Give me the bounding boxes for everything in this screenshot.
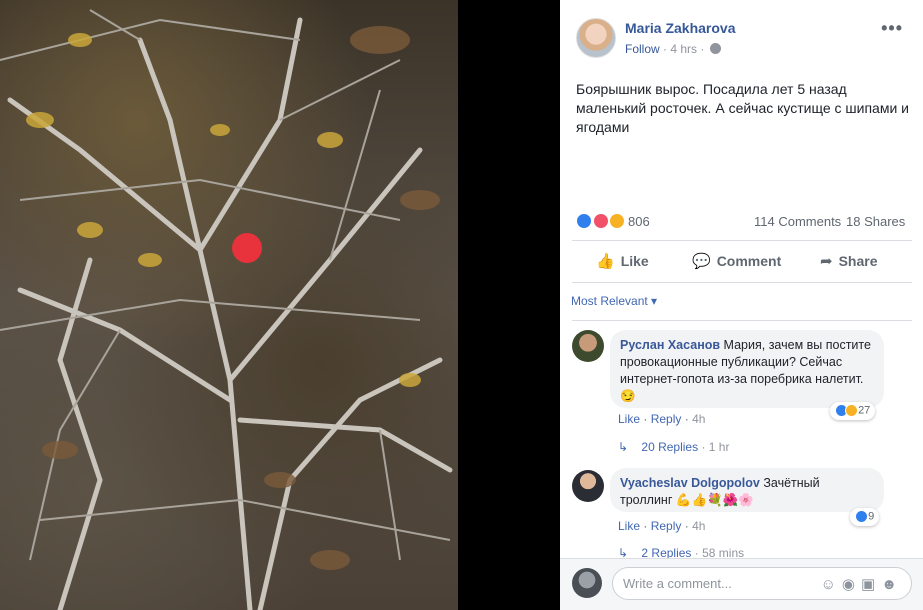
comment-separator: · [643, 412, 651, 426]
reactions-count[interactable]: 806 [628, 214, 650, 229]
comment-emoji: 😏 [620, 389, 636, 403]
love-reaction-icon [592, 212, 609, 229]
divider [572, 282, 912, 283]
comment-separator: · [684, 519, 693, 533]
share-arrow-icon: ➦ [820, 253, 833, 270]
sort-label: Most Relevant [571, 294, 648, 308]
reaction-icons[interactable] [576, 212, 626, 229]
comment-like-link[interactable]: Like [618, 519, 640, 533]
comment-emoji: 💪👍💐🌺🌸 [675, 493, 754, 507]
comment-reply-link[interactable]: Reply [651, 519, 682, 533]
post-header: Maria Zakharova Follow · 4 hrs · ••• [560, 0, 923, 70]
post-text: Боярышник вырос. Посадила лет 5 назад ма… [576, 81, 909, 135]
camera-icon[interactable]: ◉ [842, 576, 861, 593]
replies-count: 20 Replies [641, 440, 699, 454]
speech-bubble-icon: 💬 [692, 253, 711, 270]
globe-icon [709, 43, 721, 54]
post-meta: Follow · 4 hrs · [625, 42, 721, 56]
reactions-bar: 806 114 Comments 18 Shares [576, 212, 906, 232]
haha-reaction-icon [845, 404, 858, 417]
emoji-icon[interactable]: ☺ [821, 576, 842, 593]
comment-reply-link[interactable]: Reply [651, 412, 682, 426]
replies-time: 1 hr [708, 440, 730, 454]
facebook-photo-viewer: Maria Zakharova Follow · 4 hrs · ••• Боя… [0, 0, 923, 610]
comment-actions: Like · Reply · 4h [618, 412, 705, 426]
share-label: Share [838, 253, 878, 269]
gif-icon[interactable]: ▣ [861, 576, 881, 593]
post-photo[interactable] [0, 0, 458, 610]
commenter-avatar[interactable] [572, 470, 604, 502]
caret-down-icon: ▾ [651, 294, 658, 308]
comments-count[interactable]: 114 Comments [754, 214, 841, 229]
reply-arrow-icon: ↳ [618, 440, 629, 454]
comment-composer: Write a comment... ☺◉▣☻ [560, 558, 923, 610]
sticker-icon[interactable]: ☻ [881, 576, 903, 593]
comment-separator: · [684, 412, 693, 426]
sort-dropdown[interactable]: Most Relevant ▾ [571, 294, 657, 308]
separator-dot: · [700, 42, 708, 56]
shares-count[interactable]: 18 Shares [846, 214, 905, 229]
hawthorn-berry [232, 233, 262, 263]
like-reaction-icon [576, 212, 592, 229]
comment-reactions-count: 27 [858, 404, 871, 417]
comment-input-placeholder: Write a comment... [623, 576, 732, 591]
comment-like-link[interactable]: Like [618, 412, 640, 426]
like-button[interactable]: 👍 Like [596, 252, 649, 270]
comment-input[interactable]: Write a comment... ☺◉▣☻ [612, 567, 912, 600]
divider [572, 320, 912, 321]
comment-time[interactable]: 4h [692, 412, 705, 426]
commenter-name[interactable]: Руслан Хасанов [620, 338, 720, 352]
comment-reactions[interactable]: 9 [850, 508, 880, 526]
share-button[interactable]: ➦ Share [820, 252, 878, 270]
comment-button[interactable]: 💬 Comment [692, 252, 781, 270]
post-panel: Maria Zakharova Follow · 4 hrs · ••• Боя… [560, 0, 923, 610]
replies-separator: · [701, 440, 709, 454]
comment-time[interactable]: 4h [692, 519, 705, 533]
like-reaction-icon [855, 510, 868, 523]
author-name[interactable]: Maria Zakharova [625, 20, 736, 36]
author-avatar[interactable] [576, 18, 616, 58]
haha-reaction-icon [609, 212, 626, 229]
thumbs-up-icon: 👍 [596, 253, 615, 270]
comment-bubble: Vyacheslav Dolgopolov Зачётный троллинг … [610, 468, 884, 512]
comment-bubble: Руслан Хасанов Мария, зачем вы постите п… [610, 330, 884, 408]
composer-icons: ☺◉▣☻ [821, 575, 903, 593]
current-user-avatar [572, 568, 602, 598]
comment-label: Comment [716, 253, 782, 269]
more-options-icon[interactable]: ••• [881, 18, 903, 39]
comment-actions: Like · Reply · 4h [618, 519, 705, 533]
comment-reactions[interactable]: 27 [830, 402, 876, 420]
follow-link[interactable]: Follow [625, 42, 660, 56]
post-time[interactable]: 4 hrs [670, 42, 697, 56]
comment-separator: · [643, 519, 651, 533]
divider [572, 240, 912, 241]
view-replies-link[interactable]: ↳ 20 Replies · 1 hr [618, 440, 729, 454]
post-actions: 👍 Like 💬 Comment ➦ Share [560, 244, 923, 278]
comment-reactions-count: 9 [868, 510, 875, 523]
commenter-avatar[interactable] [572, 330, 604, 362]
like-label: Like [620, 253, 649, 269]
commenter-name[interactable]: Vyacheslav Dolgopolov [620, 476, 760, 490]
hawthorn-bush-image [0, 9, 453, 610]
